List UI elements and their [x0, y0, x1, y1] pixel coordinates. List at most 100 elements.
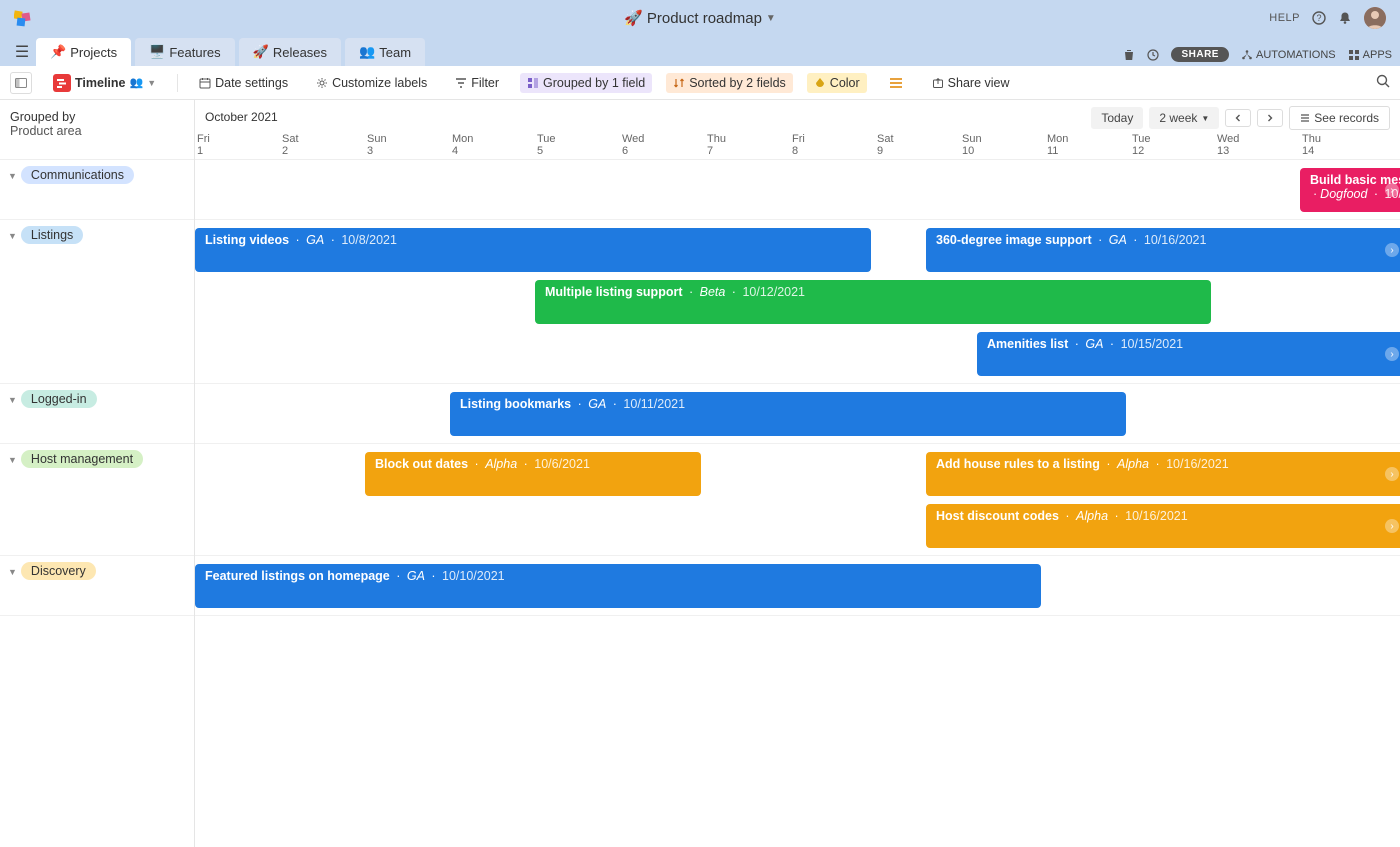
- timeline-bar[interactable]: Amenities list · GA · 10/15/2021›: [977, 332, 1400, 376]
- notifications-icon[interactable]: [1338, 11, 1352, 25]
- date-settings-button[interactable]: Date settings: [192, 73, 295, 93]
- chevron-down-icon: ▼: [8, 171, 17, 181]
- day-column: Sun3: [365, 133, 450, 157]
- tab-team[interactable]: 👥Team: [345, 38, 425, 66]
- timeline-bar[interactable]: Add house rules to a listing · Alpha · 1…: [926, 452, 1400, 496]
- chevron-right-icon: ›: [1385, 467, 1399, 481]
- apps-button[interactable]: APPS: [1348, 49, 1392, 61]
- group-label-cell[interactable]: ▼ Discovery: [0, 556, 194, 616]
- timeline-bar[interactable]: Build basic messaging·Dogfood · 10/17/20…: [1300, 168, 1400, 212]
- day-column: Mon11: [1045, 133, 1130, 157]
- chevron-right-icon: ›: [1385, 243, 1399, 257]
- tab-icon: 🖥️: [149, 44, 165, 60]
- app-logo[interactable]: [14, 9, 32, 27]
- timeline-column: October 2021 Today 2 week ▼ See records: [195, 100, 1400, 847]
- month-label: October 2021: [205, 110, 278, 124]
- customize-labels-button[interactable]: Customize labels: [309, 73, 434, 93]
- group-label-cell[interactable]: ▼ Communications: [0, 160, 194, 220]
- tab-releases[interactable]: 🚀 Releases: [239, 38, 341, 66]
- chevron-down-icon: ▼: [1201, 114, 1209, 123]
- day-column: Fri8: [790, 133, 875, 157]
- automations-button[interactable]: AUTOMATIONS: [1241, 49, 1336, 61]
- today-button[interactable]: Today: [1091, 107, 1143, 129]
- tab-icon: 📌: [50, 44, 66, 60]
- group-label-cell[interactable]: ▼Logged-in: [0, 384, 194, 444]
- chevron-right-icon: ›: [1385, 183, 1399, 197]
- next-button[interactable]: [1257, 109, 1283, 127]
- view-name[interactable]: Timeline 👥 ▼: [46, 71, 163, 95]
- timeline-bar[interactable]: Multiple listing support · Beta · 10/12/…: [535, 280, 1211, 324]
- share-icon: [932, 77, 944, 89]
- timeline-icon: [53, 74, 71, 92]
- calendar-icon: [199, 77, 211, 89]
- group-chip: Discovery: [21, 562, 96, 580]
- group-header-line1: Grouped by: [10, 110, 184, 124]
- menu-icon[interactable]: ☰: [8, 38, 36, 66]
- day-column: Sat2: [280, 133, 365, 157]
- group-header: Grouped by Product area: [0, 100, 194, 160]
- group-chip: Host management: [21, 450, 143, 468]
- timeline-bar[interactable]: Host discount codes · Alpha · 10/16/2021…: [926, 504, 1400, 548]
- tab-features[interactable]: 🖥️ Features: [135, 38, 235, 66]
- group-label-cell[interactable]: ▼ Listings: [0, 220, 194, 384]
- avatar[interactable]: [1364, 7, 1386, 29]
- tab-label: Projects: [70, 45, 117, 60]
- group-chip: Logged-in: [21, 390, 97, 408]
- view-toolbar: Timeline 👥 ▼ Date settings Customize lab…: [0, 66, 1400, 100]
- sorted-by-button[interactable]: Sorted by 2 fields: [666, 73, 793, 93]
- day-column: Tue5: [535, 133, 620, 157]
- main: Grouped by Product area ▼Communications▼…: [0, 100, 1400, 847]
- tab-icon: 🚀: [253, 44, 269, 60]
- color-icon: [814, 77, 826, 89]
- help-icon[interactable]: ?: [1312, 11, 1326, 25]
- chevron-right-icon: ›: [1385, 519, 1399, 533]
- day-column: Thu7: [705, 133, 790, 157]
- share-view-button[interactable]: Share view: [925, 73, 1017, 93]
- group-chip: Communications: [21, 166, 134, 184]
- range-selector[interactable]: 2 week ▼: [1149, 107, 1219, 129]
- color-button[interactable]: Color: [807, 73, 867, 93]
- timeline-bar[interactable]: Featured listings on homepage · GA · 10/…: [195, 564, 1041, 608]
- group-chip: Listings: [21, 226, 83, 244]
- see-records-button[interactable]: See records: [1289, 106, 1390, 130]
- timeline-bar[interactable]: Listing bookmarks · GA · 10/11/2021: [450, 392, 1126, 436]
- share-button[interactable]: SHARE: [1171, 47, 1229, 62]
- timeline-bar[interactable]: 360-degree image support · GA · 10/16/20…: [926, 228, 1400, 272]
- row-height-button[interactable]: [881, 73, 911, 93]
- group-lanes: Build basic messaging·Dogfood · 10/17/20…: [195, 160, 1400, 220]
- group-lanes: Featured listings on homepage · GA · 10/…: [195, 556, 1400, 616]
- chevron-down-icon: ▼: [8, 231, 17, 241]
- history-icon[interactable]: [1147, 49, 1159, 61]
- timeline-bar[interactable]: Block out dates · Alpha · 10/6/2021: [365, 452, 701, 496]
- tab-label: Releases: [273, 45, 327, 60]
- group-label-cell[interactable]: ▼ Host management: [0, 444, 194, 556]
- day-column: Tue12: [1130, 133, 1215, 157]
- day-column: Fri1: [195, 133, 280, 157]
- search-icon[interactable]: [1376, 74, 1390, 91]
- day-column: Wed6: [620, 133, 705, 157]
- chevron-down-icon: ▼: [8, 455, 17, 465]
- grouped-by-button[interactable]: Grouped by 1 field: [520, 73, 652, 93]
- timeline-header: October 2021 Today 2 week ▼ See records: [195, 100, 1400, 160]
- prev-button[interactable]: [1225, 109, 1251, 127]
- filter-button[interactable]: Filter: [448, 73, 506, 93]
- day-column: Mon4: [450, 133, 535, 157]
- tab-projects[interactable]: 📌 Projects: [36, 38, 131, 66]
- day-column: Thu14: [1300, 133, 1385, 157]
- rocket-icon: 🚀: [624, 9, 643, 27]
- row-height-icon: [888, 76, 904, 90]
- group-lanes: Listing videos · GA · 10/8/2021 360-degre…: [195, 220, 1400, 384]
- list-icon: [1300, 113, 1310, 123]
- help-link[interactable]: HELP: [1269, 12, 1300, 24]
- chevron-down-icon: ▼: [8, 567, 17, 577]
- people-icon: 👥: [129, 76, 143, 89]
- base-name-text: Product roadmap: [647, 10, 762, 27]
- tab-label: Features: [169, 45, 220, 60]
- timeline-bar[interactable]: Listing videos · GA · 10/8/2021: [195, 228, 871, 272]
- day-column: Sat9: [875, 133, 960, 157]
- base-title[interactable]: 🚀 Product roadmap ▼: [624, 9, 776, 27]
- titlebar: 🚀 Product roadmap ▼ HELP ?: [0, 0, 1400, 36]
- sidebar-toggle-icon[interactable]: [10, 72, 32, 94]
- trash-icon[interactable]: [1123, 49, 1135, 61]
- chevron-left-icon: [1234, 114, 1242, 122]
